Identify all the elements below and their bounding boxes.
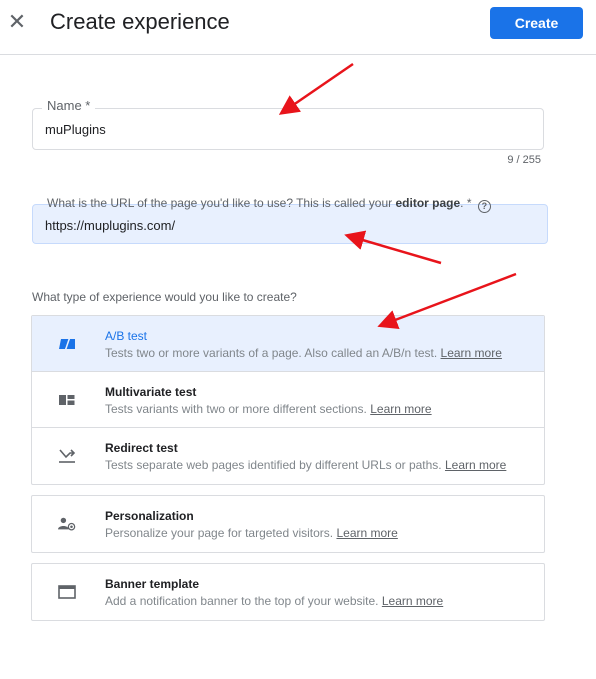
option-personalization[interactable]: Personalization Personalize your page fo… — [32, 496, 544, 552]
banner-icon — [58, 585, 76, 599]
option-description-text: Tests separate web pages identified by d… — [105, 458, 442, 472]
learn-more-link[interactable]: Learn more — [445, 458, 506, 472]
option-title: Multivariate test — [105, 385, 197, 399]
name-input-value[interactable]: muPlugins — [45, 122, 106, 137]
name-field[interactable] — [32, 108, 544, 150]
experience-type-group: A/B test Tests two or more variants of a… — [31, 315, 545, 485]
close-icon[interactable]: ✕ — [6, 10, 28, 34]
redirect-icon — [59, 449, 76, 463]
ab-test-icon — [59, 337, 75, 351]
learn-more-link[interactable]: Learn more — [382, 594, 443, 608]
url-label-prefix: What is the URL of the page you'd like t… — [47, 196, 393, 210]
option-description: Tests two or more variants of a page. Al… — [105, 346, 502, 360]
url-label: What is the URL of the page you'd like t… — [47, 196, 491, 213]
option-description-text: Personalize your page for targeted visit… — [105, 526, 334, 540]
option-redirect-test[interactable]: Redirect test Tests separate web pages i… — [32, 428, 544, 484]
character-counter: 9 / 255 — [507, 154, 541, 166]
option-description: Personalize your page for targeted visit… — [105, 526, 398, 540]
option-title: A/B test — [105, 329, 148, 343]
personalization-icon — [58, 517, 76, 531]
url-label-suffix: . * — [460, 196, 472, 210]
banner-group: Banner template Add a notification banne… — [31, 563, 545, 621]
url-input-value[interactable]: https://muplugins.com/ — [45, 218, 175, 233]
learn-more-link[interactable]: Learn more — [370, 402, 431, 416]
personalization-group: Personalization Personalize your page fo… — [31, 495, 545, 553]
name-label: Name * — [42, 98, 96, 113]
experience-type-question: What type of experience would you like t… — [32, 290, 297, 304]
option-description-text: Tests variants with two or more differen… — [105, 402, 367, 416]
option-multivariate-test[interactable]: Multivariate test Tests variants with tw… — [32, 372, 544, 428]
option-description: Add a notification banner to the top of … — [105, 594, 443, 608]
learn-more-link[interactable]: Learn more — [441, 346, 502, 360]
option-description-text: Tests two or more variants of a page. Al… — [105, 346, 438, 360]
option-banner-template[interactable]: Banner template Add a notification banne… — [32, 564, 544, 620]
option-ab-test[interactable]: A/B test Tests two or more variants of a… — [32, 316, 544, 372]
page-title: Create experience — [50, 9, 230, 34]
option-title: Banner template — [105, 577, 200, 591]
option-description: Tests variants with two or more differen… — [105, 402, 432, 416]
dialog-header: ✕ Create experience Create — [0, 0, 596, 55]
help-icon[interactable]: ? — [477, 200, 491, 213]
option-title: Personalization — [105, 509, 194, 523]
annotation-arrow — [278, 62, 354, 115]
learn-more-link[interactable]: Learn more — [336, 526, 397, 540]
option-title: Redirect test — [105, 441, 178, 455]
multivariate-icon — [59, 395, 75, 405]
url-label-bold: editor page — [395, 196, 461, 210]
create-button[interactable]: Create — [490, 7, 583, 39]
option-description-text: Add a notification banner to the top of … — [105, 594, 379, 608]
option-description: Tests separate web pages identified by d… — [105, 458, 506, 472]
